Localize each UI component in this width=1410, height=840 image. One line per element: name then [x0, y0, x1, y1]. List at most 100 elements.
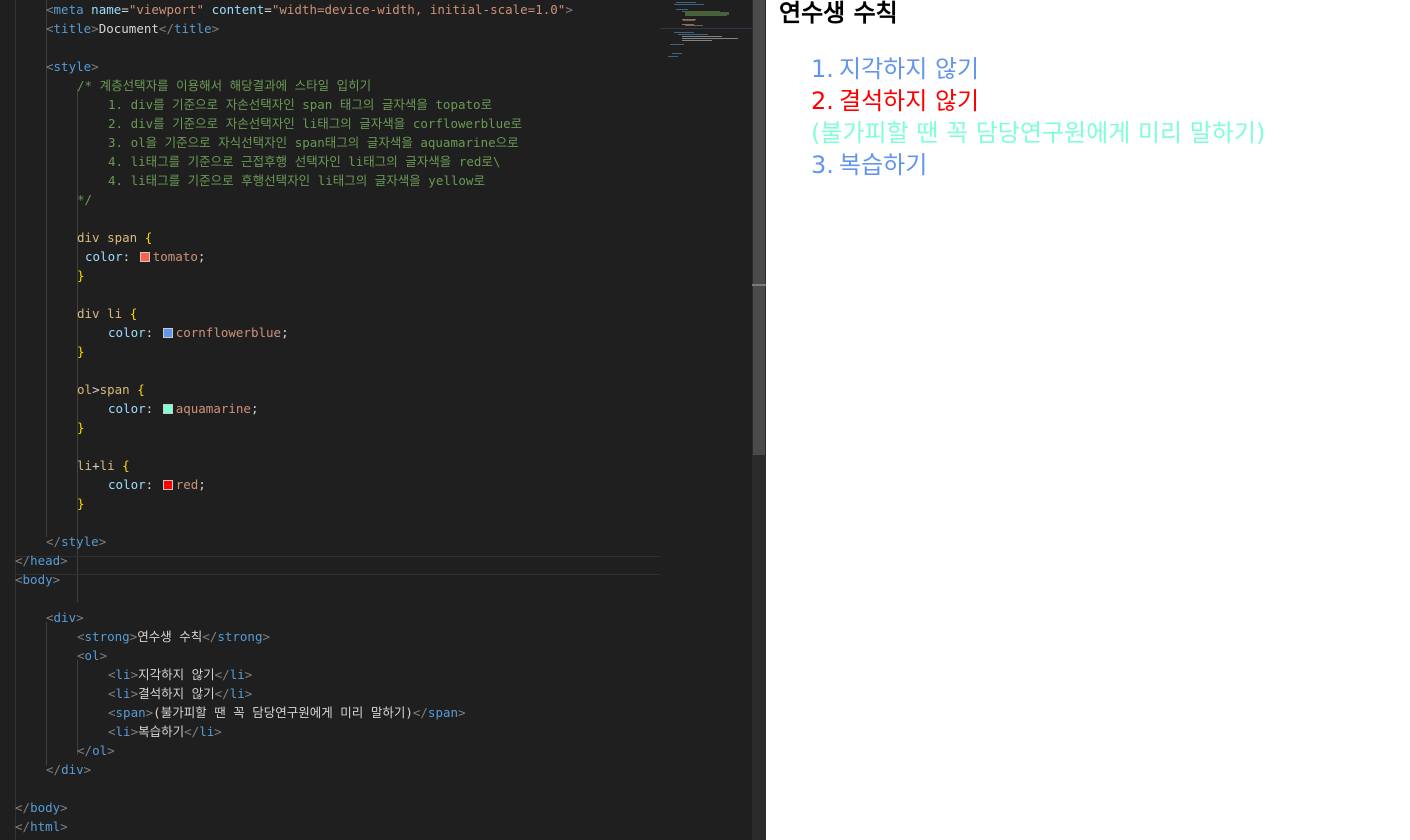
code-line[interactable]: } [0, 418, 660, 437]
minimap-line [670, 44, 684, 45]
code-line[interactable]: color: cornflowerblue; [0, 323, 660, 342]
code-token: > [244, 686, 253, 701]
code-token: li [229, 667, 245, 682]
code-area[interactable]: <meta name="viewport" content="width=dev… [0, 0, 660, 840]
code-line[interactable]: <title>Document</title> [0, 19, 660, 38]
code-token: < [108, 686, 116, 701]
code-token: > [107, 743, 115, 758]
code-line[interactable]: 4. li태그를 기준으로 후행선택자인 li태그의 글자색을 yellow로 [0, 171, 660, 190]
code-line[interactable]: <span>(불가피할 땐 꼭 담당연구원에게 미리 말하기)</span> [0, 703, 660, 722]
code-editor[interactable]: <meta name="viewport" content="width=dev… [0, 0, 752, 840]
code-line[interactable]: 1. div를 기준으로 자손선택자인 span 태그의 글자색을 topato… [0, 95, 660, 114]
code-token: > [60, 819, 68, 834]
code-line[interactable]: ol>span { [0, 380, 660, 399]
code-line[interactable]: div li { [0, 304, 660, 323]
code-token: </ [46, 762, 62, 777]
color-swatch-icon[interactable] [162, 328, 173, 338]
code-line[interactable]: color: red; [0, 475, 660, 494]
code-line[interactable]: } [0, 494, 660, 513]
code-token: Document [98, 21, 159, 36]
code-token: li [115, 724, 131, 739]
code-line[interactable]: */ [0, 190, 660, 209]
code-token: { [129, 306, 138, 321]
color-swatch-icon[interactable] [162, 404, 173, 414]
editor-scrollbar[interactable] [752, 0, 766, 840]
code-token: > [130, 724, 139, 739]
minimap-line [668, 56, 678, 57]
code-line[interactable]: </ol> [0, 741, 660, 760]
code-token: < [108, 705, 116, 720]
minimap[interactable] [660, 0, 752, 840]
code-line[interactable]: color: aquamarine; [0, 399, 660, 418]
code-line[interactable]: 2. div를 기준으로 자손선택자인 li태그의 글자색을 corflower… [0, 114, 660, 133]
scrollbar-position-marker [752, 284, 766, 286]
code-token: > [91, 59, 99, 74]
code-line[interactable]: div span { [0, 228, 660, 247]
code-line[interactable]: <strong>연수생 수칙</strong> [0, 627, 660, 646]
scrollbar-thumb[interactable] [753, 0, 765, 455]
code-token: div [61, 762, 84, 777]
code-line[interactable]: } [0, 342, 660, 361]
preview-rules-list: 1. 지각하지 않기 2. 결석하지 않기 (불가피할 땐 꼭 담당연구원에게 미리 말… [811, 53, 1265, 181]
code-token: } [77, 268, 85, 283]
code-token: > [76, 610, 84, 625]
code-token: > [130, 667, 139, 682]
code-token: style [53, 59, 92, 74]
minimap-line [685, 15, 727, 16]
code-token: red [175, 477, 199, 492]
code-line[interactable]: 4. li태그를 기준으로 근접후행 선택자인 li태그의 글자색을 red로\ [0, 152, 660, 171]
code-token: ; [198, 477, 206, 492]
code-token: cornflowerblue [175, 325, 282, 340]
code-line[interactable]: </html> [0, 817, 660, 836]
code-token: = [121, 2, 129, 17]
code-token: > [91, 21, 99, 36]
minimap-line [676, 9, 688, 10]
code-token: ; [250, 401, 259, 416]
code-line[interactable]: /* 계층선택자를 이용해서 해당결과에 스타일 입히기 [0, 76, 660, 95]
code-line[interactable]: li+li { [0, 456, 660, 475]
code-line[interactable]: </div> [0, 760, 660, 779]
code-token: </ [214, 667, 230, 682]
minimap-line [674, 32, 694, 33]
code-token: "viewport" [128, 2, 212, 17]
code-line[interactable]: <body> [0, 570, 660, 589]
code-line[interactable]: <li>결석하지 않기</li> [0, 684, 660, 703]
preview-list-item: 2. 결석하지 않기 [811, 85, 1265, 117]
code-token: ol [77, 382, 93, 397]
minimap-line [676, 2, 696, 3]
code-line[interactable]: <li>지각하지 않기</li> [0, 665, 660, 684]
color-swatch-icon[interactable] [162, 480, 173, 490]
code-token: name [91, 2, 122, 17]
code-line[interactable]: </body> [0, 798, 660, 817]
code-token: < [46, 59, 54, 74]
code-token: aquamarine [175, 401, 251, 416]
code-line[interactable]: <li>복습하기</li> [0, 722, 660, 741]
code-line[interactable]: } [0, 266, 660, 285]
minimap-line [672, 53, 682, 54]
code-token: : [145, 401, 161, 416]
code-line[interactable]: </head> [0, 551, 660, 570]
code-token: </ [158, 21, 174, 36]
code-token: { [122, 458, 130, 473]
code-token: (불가피할 땐 꼭 담당연구원에게 미리 말하기) [153, 705, 413, 720]
code-line[interactable]: color: tomato; [0, 247, 660, 266]
color-swatch-icon[interactable] [139, 252, 150, 262]
code-token: > [60, 800, 68, 815]
minimap-line [682, 38, 738, 39]
code-token: > [130, 686, 139, 701]
code-token: </ [46, 534, 62, 549]
code-line[interactable]: <style> [0, 57, 660, 76]
code-token: < [46, 21, 54, 36]
code-line[interactable]: <div> [0, 608, 660, 627]
preview-list-item: 3. 복습하기 [811, 149, 1265, 181]
code-line[interactable]: <meta name="viewport" content="width=dev… [0, 0, 660, 19]
code-line[interactable]: </style> [0, 532, 660, 551]
code-token: span [99, 382, 138, 397]
list-item-text: 지각하지 않기 [839, 55, 980, 83]
code-line[interactable]: <ol> [0, 646, 660, 665]
code-token: < [15, 572, 23, 587]
code-line[interactable]: 3. ol을 기준으로 자식선택자인 span태그의 글자색을 aquamari… [0, 133, 660, 152]
code-token: > [214, 724, 222, 739]
code-token: meta [53, 2, 92, 17]
code-token: li [77, 458, 93, 473]
